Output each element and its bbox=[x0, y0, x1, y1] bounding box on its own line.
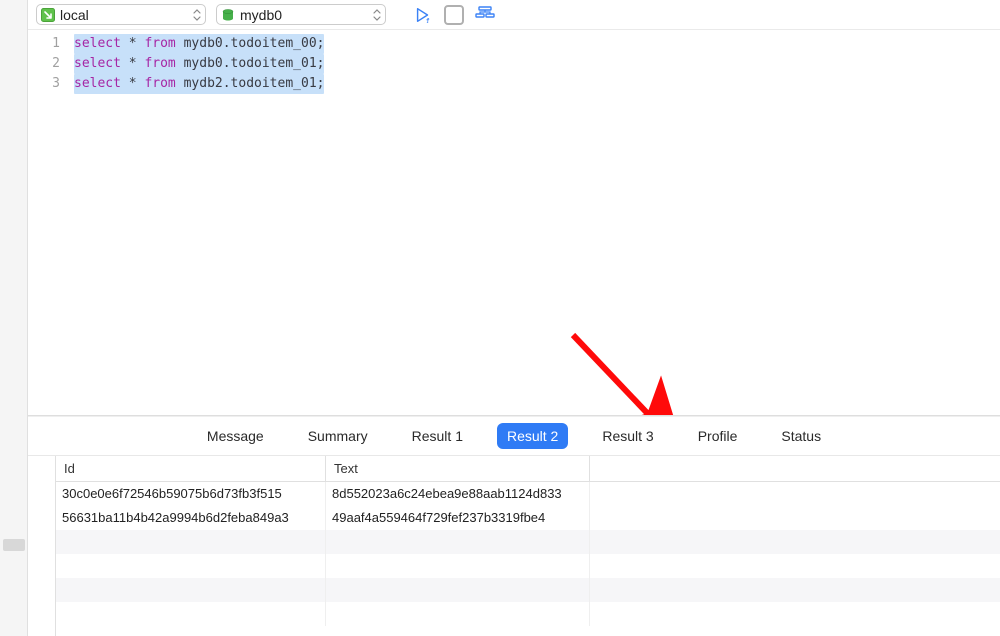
run-query-button[interactable]: I bbox=[412, 4, 434, 26]
connection-icon bbox=[41, 8, 55, 22]
code-line[interactable]: select * from mydb0.todoitem_01; bbox=[74, 54, 1000, 74]
tab-result-3[interactable]: Result 3 bbox=[592, 423, 663, 449]
database-label: mydb0 bbox=[240, 7, 369, 23]
tab-result-2[interactable]: Result 2 bbox=[497, 423, 568, 449]
connection-selector[interactable]: local bbox=[36, 4, 206, 25]
database-selector[interactable]: mydb0 bbox=[216, 4, 386, 25]
code-line[interactable]: select * from mydb0.todoitem_00; bbox=[74, 34, 1000, 54]
left-sidebar-gutter bbox=[0, 0, 28, 636]
svg-text:I: I bbox=[426, 17, 430, 24]
cell-id[interactable]: 30c0e0e6f72546b59075b6d73fb3f515 bbox=[56, 482, 326, 506]
line-number: 2 bbox=[28, 54, 60, 74]
line-number: 3 bbox=[28, 74, 60, 94]
column-header-id[interactable]: Id bbox=[56, 456, 326, 481]
table-row-empty bbox=[56, 530, 1000, 554]
cell-text[interactable]: 8d552023a6c24ebea9e88aab1124d833 bbox=[326, 482, 590, 506]
table-row[interactable]: 56631ba11b4b42a9994b6d2feba849a3 49aaf4a… bbox=[56, 506, 1000, 530]
tab-message[interactable]: Message bbox=[197, 423, 274, 449]
line-number-gutter: 1 2 3 bbox=[28, 30, 68, 415]
sql-editor[interactable]: 1 2 3 select * from mydb0.todoitem_00; s… bbox=[28, 30, 1000, 416]
line-number: 1 bbox=[28, 34, 60, 54]
row-number-gutter bbox=[28, 456, 56, 636]
structure-icon[interactable] bbox=[474, 4, 496, 26]
results-table[interactable]: Id Text 30c0e0e6f72546b59075b6d73fb3f515… bbox=[56, 456, 1000, 636]
results-tab-bar: Message Summary Result 1 Result 2 Result… bbox=[28, 416, 1000, 456]
cell-id[interactable]: 56631ba11b4b42a9994b6d2feba849a3 bbox=[56, 506, 326, 530]
table-row-empty bbox=[56, 578, 1000, 602]
sidebar-drag-handle[interactable] bbox=[3, 539, 25, 551]
tab-result-1[interactable]: Result 1 bbox=[402, 423, 473, 449]
connection-label: local bbox=[60, 7, 189, 23]
toolbar: local mydb0 bbox=[28, 0, 1000, 30]
tab-summary[interactable]: Summary bbox=[298, 423, 378, 449]
code-content[interactable]: select * from mydb0.todoitem_00; select … bbox=[68, 30, 1000, 415]
database-icon bbox=[221, 8, 235, 22]
toolbar-checkbox[interactable] bbox=[444, 5, 464, 25]
cell-empty bbox=[590, 506, 1000, 530]
table-header-row: Id Text bbox=[56, 456, 1000, 482]
table-body: 30c0e0e6f72546b59075b6d73fb3f515 8d55202… bbox=[56, 482, 1000, 636]
cell-text[interactable]: 49aaf4a559464f729fef237b3319fbe4 bbox=[326, 506, 590, 530]
table-row-empty bbox=[56, 554, 1000, 578]
code-line[interactable]: select * from mydb2.todoitem_01; bbox=[74, 74, 1000, 94]
tab-status[interactable]: Status bbox=[771, 423, 831, 449]
cell-empty bbox=[590, 482, 1000, 506]
column-header-empty bbox=[590, 456, 1000, 481]
table-row-empty bbox=[56, 602, 1000, 626]
table-row[interactable]: 30c0e0e6f72546b59075b6d73fb3f515 8d55202… bbox=[56, 482, 1000, 506]
column-header-text[interactable]: Text bbox=[326, 456, 590, 481]
selector-updown-icon bbox=[193, 9, 201, 21]
results-panel: Id Text 30c0e0e6f72546b59075b6d73fb3f515… bbox=[28, 456, 1000, 636]
tab-profile[interactable]: Profile bbox=[688, 423, 748, 449]
selector-updown-icon bbox=[373, 9, 381, 21]
